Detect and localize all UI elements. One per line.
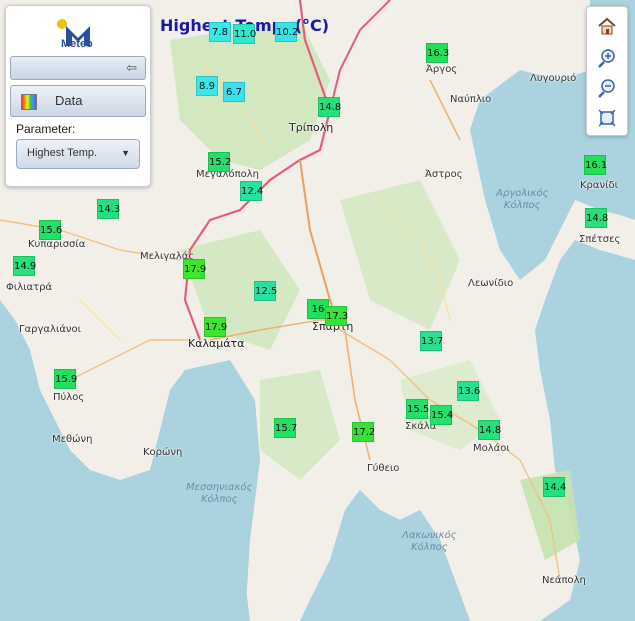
place-label-gargalianoi: Γαργαλιάνοι — [19, 324, 82, 335]
home-button[interactable] — [593, 13, 621, 39]
station-marker[interactable]: 17.9 — [204, 317, 227, 337]
station-marker[interactable]: 14.8 — [478, 420, 501, 440]
station-marker[interactable]: 8.9 — [196, 76, 218, 96]
station-marker[interactable]: 14.3 — [97, 199, 120, 219]
station-marker[interactable]: 6.7 — [223, 82, 245, 102]
parameter-select[interactable]: Highest Temp. ▼ — [16, 139, 140, 169]
station-marker[interactable]: 12.5 — [254, 281, 277, 301]
place-label-tripoli: Τρίπολη — [289, 121, 334, 134]
sea-label-argolikos: Αργολικός Κόλπος — [496, 188, 549, 211]
station-marker[interactable]: 14.8 — [318, 97, 341, 117]
map-toolbar — [586, 6, 628, 136]
station-marker[interactable]: 7.8 — [209, 22, 231, 42]
station-marker[interactable]: 14.9 — [13, 256, 36, 276]
station-marker[interactable]: 14.4 — [543, 477, 566, 497]
station-marker[interactable]: 15.6 — [39, 220, 62, 240]
place-label-leonidio: Λεωνίδιο — [468, 278, 514, 289]
zoom-in-icon — [598, 49, 615, 68]
station-marker[interactable]: 15.9 — [54, 369, 77, 389]
control-panel: Meteo ⇦ Data Parameter: Highest Temp. ▼ — [5, 5, 151, 187]
chevron-down-icon: ▼ — [121, 148, 130, 158]
station-marker[interactable]: 14.8 — [585, 208, 608, 228]
zoom-out-icon — [598, 79, 615, 98]
parameter-select-value: Highest Temp. — [27, 147, 98, 159]
place-label-methoni: Μεθώνη — [52, 434, 93, 445]
place-label-neapoli: Νεάπολη — [542, 575, 586, 586]
station-marker[interactable]: 16.3 — [426, 43, 449, 63]
station-marker[interactable]: 11.0 — [233, 24, 256, 44]
station-marker[interactable]: 13.7 — [420, 331, 443, 351]
zoom-in-button[interactable] — [593, 45, 621, 71]
station-marker[interactable]: 12.4 — [240, 181, 263, 201]
station-marker[interactable]: 13.6 — [457, 381, 480, 401]
station-marker[interactable]: 15.5 — [406, 399, 429, 419]
palette-icon — [21, 94, 37, 110]
place-label-molaoi: Μολάοι — [473, 443, 510, 454]
place-label-lygourio: Λυγουριό — [530, 73, 577, 84]
place-label-argos: Άργος — [426, 64, 458, 75]
station-marker[interactable]: 15.2 — [208, 152, 231, 172]
station-marker[interactable]: 15.7 — [274, 418, 297, 438]
station-marker[interactable]: 17.9 — [183, 259, 206, 279]
place-label-koroni: Κορώνη — [143, 447, 183, 458]
data-button[interactable]: Data — [10, 85, 146, 117]
place-label-kranidi: Κρανίδι — [580, 180, 618, 191]
station-marker[interactable]: 10.2 — [275, 22, 298, 42]
logo-text: Meteo — [61, 38, 93, 50]
station-marker[interactable]: 16.1 — [584, 155, 607, 175]
zoom-out-button[interactable] — [593, 75, 621, 101]
place-label-astros: Άστρος — [425, 169, 463, 180]
place-label-gytheio: Γύθειο — [367, 463, 400, 474]
place-label-pylos: Πύλος — [53, 392, 85, 403]
home-icon — [598, 17, 616, 35]
place-label-filiatra: Φιλιατρά — [6, 282, 53, 293]
place-label-spetses: Σπέτσες — [579, 234, 621, 245]
arrow-left-icon: ⇦ — [126, 60, 137, 75]
full-extent-button[interactable] — [593, 105, 621, 131]
full-extent-icon — [598, 109, 616, 127]
station-marker[interactable]: 17.3 — [325, 306, 348, 326]
sea-label-messiniakos: Μεσσηνιακός Κόλπος — [186, 482, 253, 505]
parameter-label: Parameter: — [16, 122, 76, 136]
collapse-panel-button[interactable]: ⇦ — [10, 56, 146, 80]
station-marker[interactable]: 17.2 — [352, 422, 375, 442]
sea-label-lakonikos: Λακωνικός Κόλπος — [402, 530, 457, 553]
place-label-nafplio: Ναύπλιο — [450, 94, 492, 105]
station-marker[interactable]: 15.4 — [430, 405, 453, 425]
place-label-kalamata: Καλαμάτα — [188, 337, 245, 350]
data-button-label: Data — [55, 93, 83, 108]
